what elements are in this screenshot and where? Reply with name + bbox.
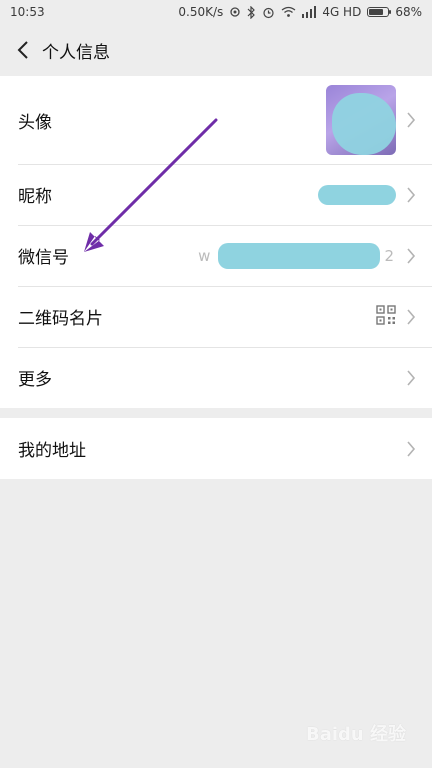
wifi-icon <box>281 6 296 18</box>
chevron-right-icon <box>406 186 416 203</box>
chevron-right-icon <box>406 308 416 325</box>
status-bar: 10:53 0.50K/s 4G HD 68% <box>0 0 432 24</box>
status-indicators: 0.50K/s 4G HD 68% <box>178 5 422 19</box>
qrcode-label: 二维码名片 <box>18 309 103 329</box>
address-label: 我的地址 <box>18 441 86 461</box>
app-header: 个人信息 <box>0 24 432 76</box>
row-qrcode[interactable]: 二维码名片 <box>0 286 432 347</box>
qrcode-right <box>376 304 416 329</box>
chevron-right-icon <box>406 112 416 128</box>
row-wechat-id[interactable]: 微信号 w 2 <box>0 225 432 286</box>
bluetooth-icon <box>247 5 256 19</box>
wechat-id-suffix: 2 <box>384 246 394 265</box>
row-nickname[interactable]: 昵称 <box>0 164 432 225</box>
baidu-watermark: Baidu 经验 <box>305 724 406 745</box>
row-more[interactable]: 更多 <box>0 347 432 408</box>
page-title: 个人信息 <box>42 42 110 63</box>
wechat-id-redaction <box>218 242 381 269</box>
wechat-id-prefix: w <box>198 246 211 265</box>
qrcode-icon <box>376 304 396 329</box>
row-avatar[interactable]: 头像 <box>0 76 432 164</box>
avatar-right <box>326 85 416 155</box>
group-divider <box>0 408 432 418</box>
chevron-right-icon <box>406 369 416 386</box>
avatar-redaction <box>332 93 396 155</box>
alarm-icon <box>262 6 275 19</box>
row-address[interactable]: 我的地址 <box>0 418 432 479</box>
wechat-id-right: w 2 <box>198 242 416 269</box>
status-net-speed: 0.50K/s <box>178 5 224 19</box>
status-battery: 68% <box>395 5 422 19</box>
more-label: 更多 <box>18 370 52 390</box>
nickname-right <box>318 184 416 205</box>
more-right <box>406 369 416 386</box>
screen: 10:53 0.50K/s 4G HD 68% 个人信息 头像 昵称 微信号 w… <box>0 0 432 768</box>
battery-icon <box>367 7 392 17</box>
chevron-right-icon <box>406 247 416 264</box>
nickname-label: 昵称 <box>18 187 52 207</box>
status-network: 4G HD <box>322 5 362 19</box>
avatar-label: 头像 <box>18 112 52 133</box>
address-group: 我的地址 <box>0 418 432 479</box>
status-time: 10:53 <box>10 5 45 19</box>
wechat-id-label: 微信号 <box>18 248 69 268</box>
battery-fill <box>369 9 383 15</box>
signal-icon <box>302 6 317 18</box>
address-right <box>406 440 416 457</box>
avatar <box>326 85 396 155</box>
profile-group: 头像 昵称 微信号 w 2 二维码名片 更多 <box>0 76 432 408</box>
chevron-right-icon <box>406 440 416 457</box>
sync-icon <box>229 6 241 18</box>
chevron-left-icon[interactable] <box>14 41 32 59</box>
nickname-redaction <box>318 184 396 205</box>
